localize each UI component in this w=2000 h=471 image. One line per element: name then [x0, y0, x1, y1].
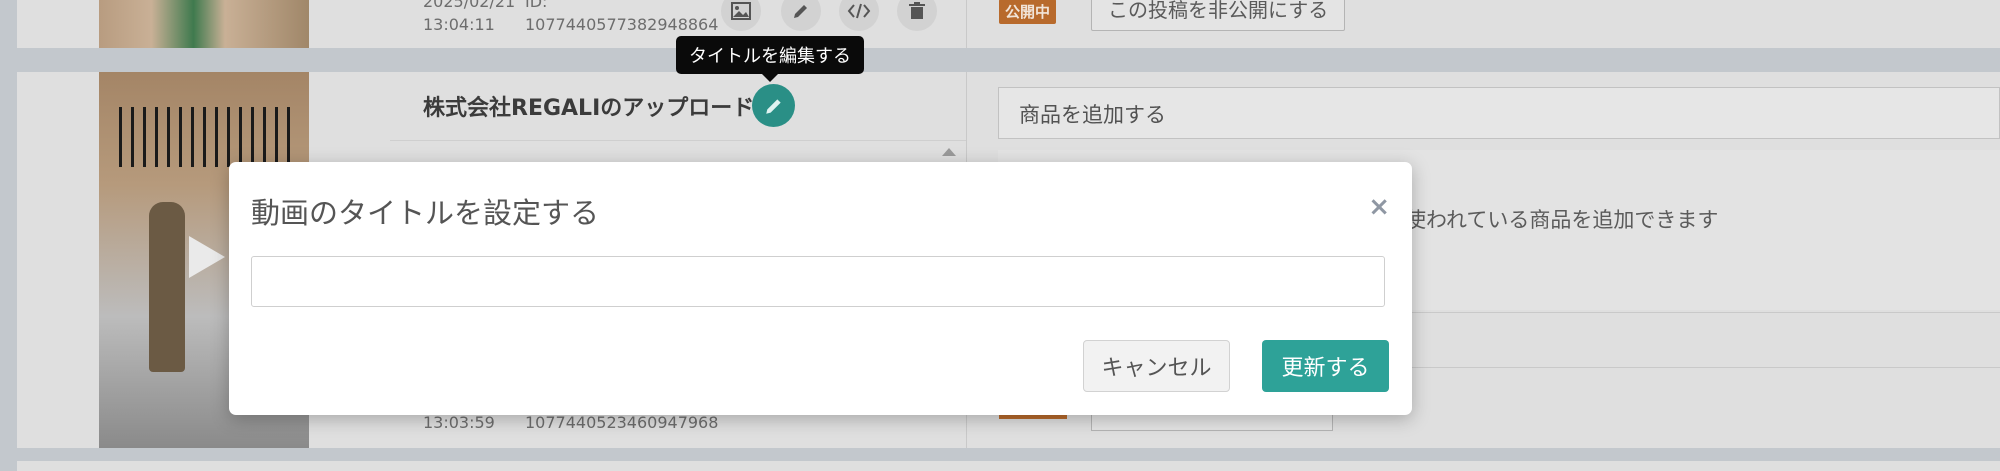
update-button[interactable]: 更新する [1262, 340, 1389, 392]
post-id-label: ID: [525, 0, 548, 11]
status-badge: 公開中 [999, 0, 1057, 24]
column-divider [966, 0, 967, 48]
cancel-button[interactable]: キャンセル [1083, 340, 1230, 392]
post-date: 2025/02/21 [423, 0, 516, 11]
post-time: 13:04:11 [423, 15, 495, 34]
thumbnail-person [149, 202, 185, 372]
add-product-button[interactable]: 商品を追加する [998, 87, 2000, 139]
close-icon[interactable]: × [1368, 192, 1390, 222]
pencil-icon [794, 5, 807, 18]
video-title-input[interactable] [251, 256, 1385, 307]
thumbnail-railing [119, 107, 299, 167]
scroll-up-arrow[interactable] [942, 148, 956, 156]
post-id: 1077440577382948864 [525, 15, 719, 34]
video-title: 株式会社REGALIのアップロード [423, 96, 755, 121]
image-icon [731, 2, 751, 20]
post-id-main: 1077440523460947968 [525, 413, 719, 432]
unpublish-button[interactable]: この投稿を非公開にする [1091, 0, 1346, 31]
video-thumbnail-previous[interactable] [99, 0, 309, 48]
code-icon [847, 3, 871, 19]
edit-title-tooltip: タイトルを編集する [676, 36, 864, 82]
title-divider [390, 140, 966, 141]
edit-title-button[interactable] [752, 84, 795, 127]
video-row-next [17, 461, 2000, 471]
set-title-modal: 動画のタイトルを設定する × キャンセル 更新する [229, 162, 1412, 415]
add-product-label: 商品を追加する [1019, 103, 1166, 127]
play-icon[interactable] [187, 234, 227, 280]
trash-icon [909, 2, 925, 19]
add-product-hint: 使われている商品を追加できます [1405, 208, 1719, 232]
modal-title: 動画のタイトルを設定する [251, 196, 600, 230]
post-time-main: 13:03:59 [423, 413, 495, 432]
pencil-icon [765, 98, 781, 114]
